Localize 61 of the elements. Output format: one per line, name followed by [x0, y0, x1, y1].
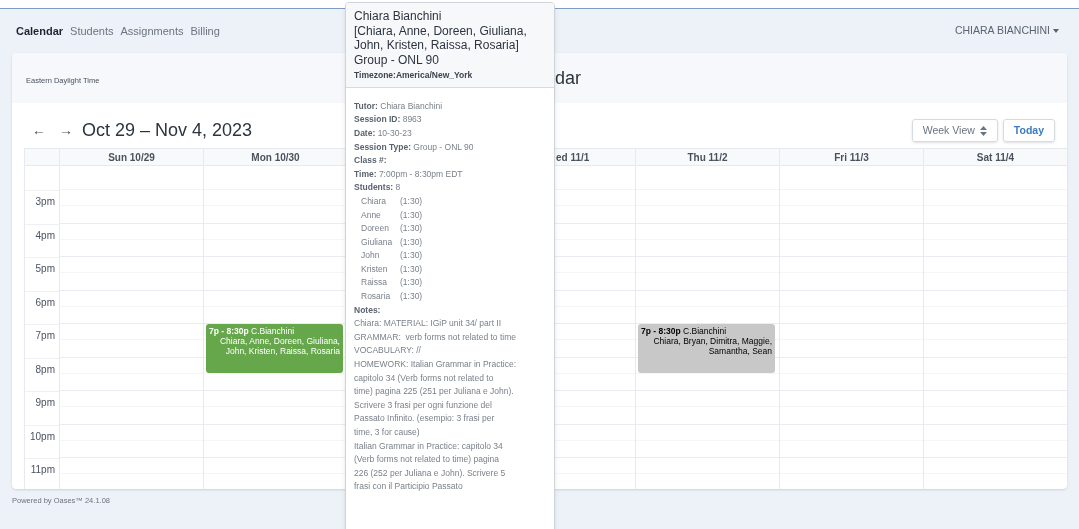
notes-label: Notes: — [354, 303, 382, 317]
nav-tab[interactable]: Students — [70, 22, 114, 40]
hour-label: 6pm — [35, 295, 55, 310]
previous-week-button[interactable]: ← — [32, 120, 46, 141]
today-button[interactable]: Today — [1002, 119, 1055, 142]
calendar-event[interactable]: 7p - 8:30p C.Bianchini Chiara, Anne, Doreen, Giuliana, John, Kristen, Raissa, Rosaria — [206, 324, 343, 374]
day-header: Thu 11/2 — [687, 150, 728, 165]
session-field: Date: 10-30-23 — [354, 126, 546, 141]
student-name: Kristen — [361, 262, 389, 276]
event-students: Chiara, Bryan, Dimitra, Maggie, Samantha, Sean — [652, 336, 772, 356]
student-name: Doreen — [361, 222, 390, 236]
student-duration: (1:30) — [400, 249, 423, 263]
day-header: Fri 11/3 — [834, 150, 869, 165]
session-field: Session Type: Group - ONL 90 — [354, 140, 546, 155]
hour-label: 11pm — [30, 463, 55, 477]
event-time: 7p - 8:30p C.Bianchini — [209, 326, 296, 336]
day-header: Sun 10/29 — [108, 150, 155, 165]
student-duration: (1:30) — [400, 276, 423, 290]
student-duration: (1:30) — [400, 194, 423, 208]
student-name: Giuliana — [361, 235, 394, 249]
updown-icon — [979, 125, 987, 136]
day-header: ed 11/1 — [556, 150, 590, 165]
hour-label: 4pm — [35, 228, 55, 243]
student-name: Chiara — [361, 194, 388, 208]
date-range: Oct 29 – Nov 4, 2023 — [82, 119, 253, 142]
student-duration: (1:30) — [400, 235, 423, 249]
page-title: dar — [555, 66, 581, 90]
popover-timezone: Timezone:America/New_York — [354, 69, 474, 82]
student-name: Anne — [361, 208, 382, 222]
session-field: Session ID: 8963 — [354, 113, 546, 127]
nav-tab[interactable]: Calendar — [16, 22, 64, 40]
session-field: Tutor: Chiara Bianchini — [354, 99, 546, 114]
session-field: Time: 7:00pm - 8:30pm EDT — [354, 167, 546, 182]
notes-text: Chiara: MATERIAL: IGiP unit 34/ part II GRAMMAR: verb forms not related to time VOCABULARY: // HOMEWORK: Italian Grammar in Practice: capitolo 34 (Verb forms not related to time) pagina 225 (251 per Juliana e John). Scrivere 3 frasi per ogni funzione del Passato Infinito. (esempio: 3 frasi per time, 3 for cause) Italian Grammar in Practice: capitolo 34 (Verb forms not related to time) pagina 226 (252 per Juliana e John). Scrivere 5 frasi con il Participio Passato — [354, 317, 518, 494]
session-field: Class #: — [354, 154, 546, 168]
nav-tab[interactable]: Assignments — [120, 22, 184, 40]
student-duration: (1:30) — [400, 208, 423, 222]
event-students: Chiara, Anne, Doreen, Giuliana, John, Kristen, Raissa, Rosaria — [218, 336, 340, 356]
hour-label: 8pm — [35, 362, 55, 377]
hour-label: 10pm — [30, 429, 55, 444]
hour-label: 3pm — [35, 195, 55, 209]
caret-icon — [1053, 29, 1059, 33]
next-week-button[interactable]: → — [59, 120, 73, 141]
session-field: Students: 8 — [354, 181, 546, 195]
student-name: John — [361, 249, 381, 263]
student-duration: (1:30) — [400, 290, 423, 304]
student-name: Raissa — [361, 276, 388, 290]
popover-title: Chiara Bianchini [Chiara, Anne, Doreen, Giuliana, John, Kristen, Raissa, Rosaria] Group - ONL 90 — [354, 9, 528, 67]
nav-tab[interactable]: Billing — [190, 22, 220, 40]
student-duration: (1:30) — [400, 262, 423, 276]
day-header: Mon 10/30 — [251, 150, 300, 165]
student-duration: (1:30) — [400, 222, 423, 236]
user-menu[interactable]: CHIARA BIANCHINI — [954, 23, 1059, 39]
event-time: 7p - 8:30p C.Bianchini — [641, 326, 728, 336]
student-name: Rosaria — [361, 290, 392, 304]
calendar-event[interactable]: 7p - 8:30p C.Bianchini Chiara, Bryan, Dimitra, Maggie, Samantha, Sean — [638, 324, 775, 374]
hour-label: 7pm — [35, 329, 55, 343]
hour-label: 9pm — [35, 396, 55, 410]
hour-label: 5pm — [35, 262, 55, 276]
view-select[interactable]: Week View — [911, 119, 998, 142]
day-header: Sat 11/4 — [976, 150, 1015, 165]
